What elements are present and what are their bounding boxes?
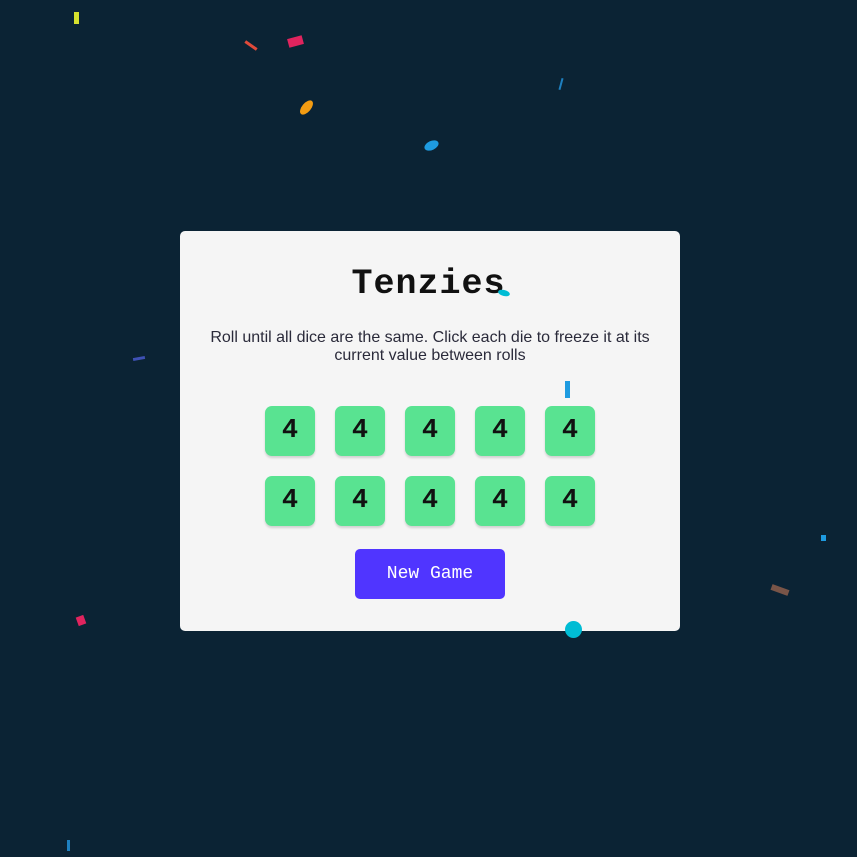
confetti-piece [770,584,790,596]
app-title: Tenzies [351,264,506,304]
confetti-piece [821,535,826,541]
die[interactable]: 4 [335,476,385,526]
die[interactable]: 4 [265,406,315,456]
die[interactable]: 4 [475,406,525,456]
die[interactable]: 4 [475,476,525,526]
die[interactable]: 4 [335,406,385,456]
game-screen: Tenzies Roll until all dice are the same… [0,0,857,857]
confetti-piece [74,12,79,24]
die[interactable]: 4 [405,476,455,526]
new-game-button[interactable]: New Game [355,549,505,599]
confetti-piece [558,77,564,91]
confetti-piece [297,98,316,117]
confetti-piece [75,614,87,627]
die[interactable]: 4 [265,476,315,526]
die[interactable]: 4 [405,406,455,456]
die[interactable]: 4 [545,406,595,456]
confetti-piece [565,381,570,398]
die[interactable]: 4 [545,476,595,526]
instructions-text: Roll until all dice are the same. Click … [210,329,650,364]
confetti-piece [565,621,582,638]
confetti-piece [67,840,70,851]
confetti-piece [422,138,441,153]
confetti-piece [132,355,146,362]
dice-grid: 4 4 4 4 4 4 4 4 4 4 [265,406,595,526]
confetti-piece [244,40,258,51]
confetti-piece [287,35,304,48]
